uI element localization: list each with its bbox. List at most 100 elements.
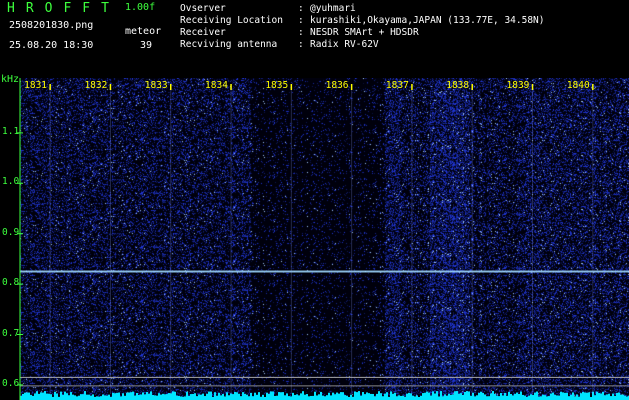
spectrum-band-bar bbox=[386, 392, 388, 400]
spectrum-band-bar bbox=[360, 396, 362, 400]
spectrum-band-bar bbox=[474, 396, 476, 400]
spectrum-band-bar bbox=[122, 393, 124, 400]
spectrum-band-bar bbox=[382, 396, 384, 400]
spectrum-band-bar bbox=[190, 394, 192, 400]
spectrum-band-bar bbox=[246, 395, 248, 400]
spectrum-band-bar bbox=[224, 396, 226, 400]
spectrum-band-bar bbox=[184, 396, 186, 400]
spectrum-band-bar bbox=[332, 393, 334, 400]
spectrum-band-bar bbox=[230, 393, 232, 400]
spectrum-band-bar bbox=[198, 394, 200, 400]
spectrum-band-bar bbox=[26, 393, 28, 400]
spectrum-band-bar bbox=[334, 394, 336, 400]
spectrum-band-bar bbox=[226, 392, 228, 400]
spectrum-band-bar bbox=[568, 396, 570, 400]
spectrum-band-bar bbox=[42, 393, 44, 400]
spectrum-band-bar bbox=[442, 396, 444, 400]
spectrum-band-bar bbox=[576, 394, 578, 400]
spectrum-band-bar bbox=[574, 396, 576, 400]
spectrum-band-bar bbox=[280, 392, 282, 400]
spectrum-band-bar bbox=[128, 392, 130, 400]
spectrum-band-bar bbox=[420, 396, 422, 400]
spectrum-band-bar bbox=[36, 391, 38, 400]
frequency-tick-label: 1.1 bbox=[2, 126, 19, 137]
spectrum-band-bar bbox=[64, 392, 66, 400]
spectrum-band-bar bbox=[80, 394, 82, 400]
spectrum-band-bar bbox=[620, 395, 622, 400]
spectrum-band-bar bbox=[570, 395, 572, 400]
spectrum-band-bar bbox=[478, 393, 480, 400]
spectrum-band-bar bbox=[176, 396, 178, 400]
spectrum-band-bar bbox=[152, 395, 154, 400]
spectrum-band-bar bbox=[216, 396, 218, 400]
spectrum-band-bar bbox=[114, 393, 116, 400]
spectrum-band-bar bbox=[48, 394, 50, 400]
spectrum-band-bar bbox=[134, 396, 136, 400]
spectrum-band-bar bbox=[174, 392, 176, 400]
spectrum-band-bar bbox=[452, 394, 454, 400]
spectrum-band-bar bbox=[544, 395, 546, 400]
spectrum-band-bar bbox=[160, 395, 162, 400]
spectrum-band-bar bbox=[318, 394, 320, 400]
spectrum-band-bar bbox=[490, 393, 492, 400]
spectrum-band-bar bbox=[364, 394, 366, 400]
spectrum-band-bar bbox=[372, 394, 374, 400]
spectrum-band-bar bbox=[34, 393, 36, 400]
spectrum-band-bar bbox=[252, 396, 254, 400]
spectrum-band-bar bbox=[60, 392, 62, 400]
spectrum-band-bar bbox=[464, 392, 466, 400]
spectrum-band-bar bbox=[480, 392, 482, 400]
spectrum-band-bar bbox=[162, 394, 164, 400]
spectrum-band-bar bbox=[232, 394, 234, 400]
spectrum-band-bar bbox=[432, 391, 434, 400]
spectrum-band-bar bbox=[148, 394, 150, 400]
spectrum-band-bar bbox=[614, 396, 616, 400]
spectrum-band-bar bbox=[600, 393, 602, 400]
spectrum-band-bar bbox=[582, 392, 584, 400]
spectrum-band-bar bbox=[578, 397, 580, 400]
spectrum-band-bar bbox=[354, 392, 356, 400]
spectrum-band-bar bbox=[448, 394, 450, 400]
spectrum-band-bar bbox=[494, 394, 496, 400]
spectrum-band-bar bbox=[98, 397, 100, 400]
spectrum-band-bar bbox=[188, 396, 190, 400]
spectrum-band-bar bbox=[496, 396, 498, 400]
spectrum-band-bar bbox=[450, 395, 452, 400]
spectrum-band-bar bbox=[192, 394, 194, 400]
spectrum-band-bar bbox=[238, 394, 240, 400]
spectrum-band-bar bbox=[206, 394, 208, 400]
spectrum-band-bar bbox=[324, 396, 326, 400]
spectrum-band-bar bbox=[454, 391, 456, 400]
spectrum-band-bar bbox=[482, 393, 484, 400]
spectrum-band-bar bbox=[282, 392, 284, 400]
spectrum-band-bar bbox=[286, 393, 288, 400]
spectrum-band-bar bbox=[72, 395, 74, 400]
spectrum-band-bar bbox=[136, 393, 138, 400]
spectrum-band-bar bbox=[240, 396, 242, 400]
spectrum-band-bar bbox=[358, 391, 360, 400]
spectrum-band-bar bbox=[312, 396, 314, 400]
spectrum-band-bar bbox=[276, 396, 278, 400]
spectrum-band-bar bbox=[376, 394, 378, 400]
spectrum-band-bar bbox=[594, 395, 596, 400]
spectrogram-overlay bbox=[0, 0, 629, 400]
spectrum-band-bar bbox=[554, 395, 556, 400]
spectrum-band-bar bbox=[466, 391, 468, 400]
spectrum-band-bar bbox=[208, 392, 210, 400]
spectrum-band-bar bbox=[608, 394, 610, 400]
spectrum-band-bar bbox=[548, 396, 550, 400]
spectrum-band-bar bbox=[584, 392, 586, 400]
spectrum-band-bar bbox=[532, 395, 534, 400]
spectrum-band-bar bbox=[172, 391, 174, 400]
spectrum-band-bar bbox=[434, 393, 436, 400]
spectrum-band-bar bbox=[74, 395, 76, 400]
spectrum-band-bar bbox=[248, 396, 250, 400]
spectrum-band-bar bbox=[234, 392, 236, 400]
spectrum-band-bar bbox=[228, 395, 230, 400]
time-tick-label: 1832 bbox=[84, 80, 107, 91]
spectrum-band-bar bbox=[428, 393, 430, 400]
spectrum-band-bar bbox=[84, 391, 86, 400]
spectrum-band-bar bbox=[254, 393, 256, 400]
spectrum-band-bar bbox=[186, 392, 188, 400]
spectrum-band-bar bbox=[308, 396, 310, 400]
